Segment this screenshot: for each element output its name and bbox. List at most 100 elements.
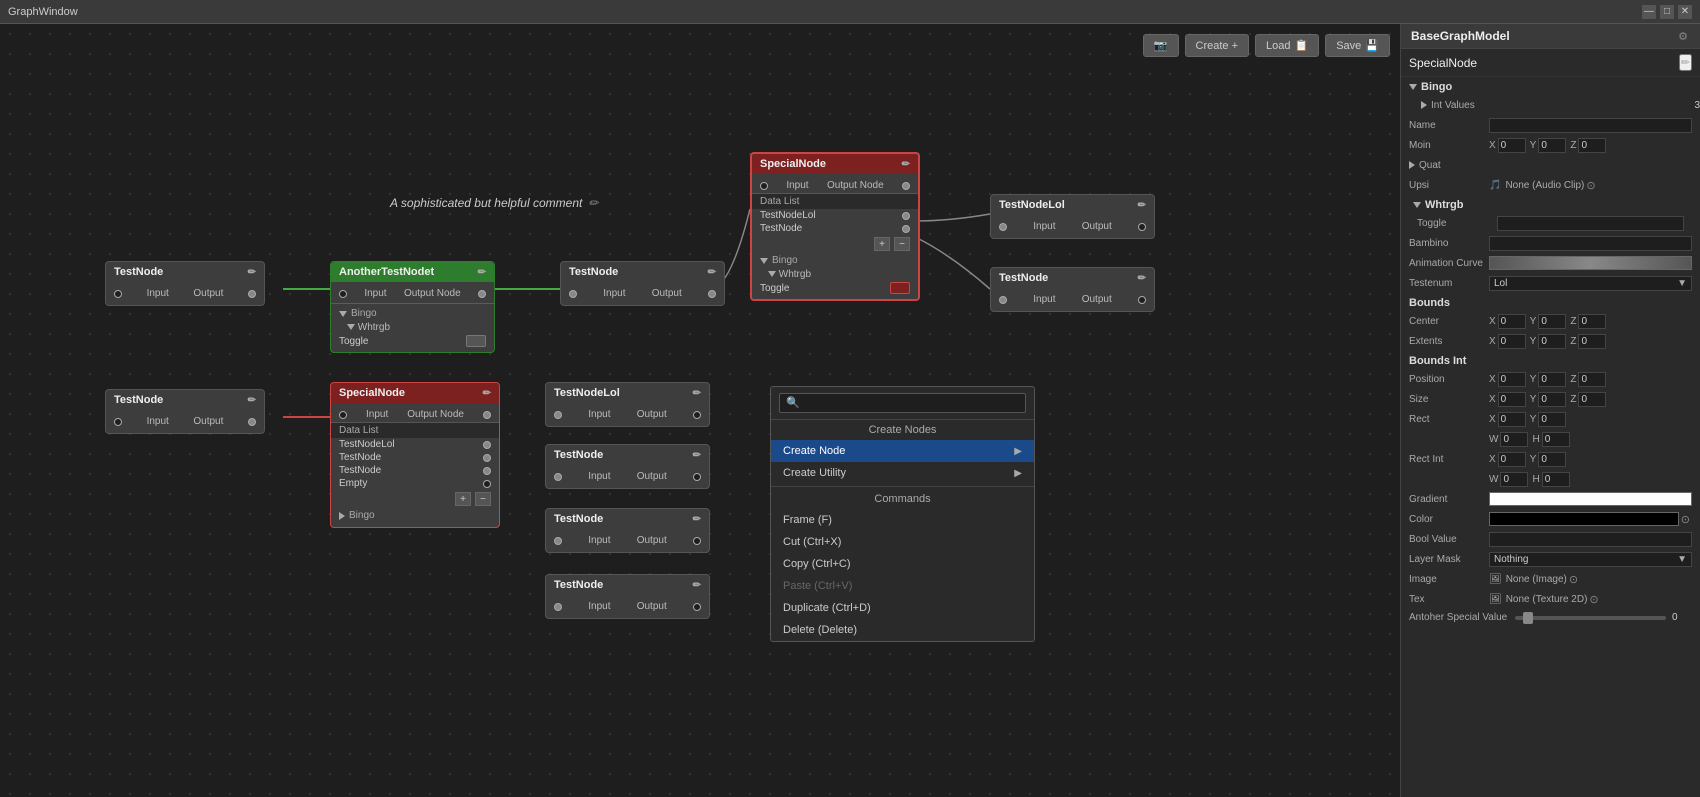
bingo-collapse-arrow[interactable] [1409, 84, 1417, 90]
datalist-controls[interactable]: + − [752, 235, 918, 253]
toggle-input[interactable] [1497, 216, 1684, 231]
node-special-top[interactable]: SpecialNode ✏ Input Output Node Data Lis… [750, 152, 920, 301]
node-testnode-bl[interactable]: TestNode ✏ Input Output [105, 389, 265, 434]
bcx-input[interactable] [1498, 314, 1526, 329]
close-btn[interactable]: ✕ [1678, 5, 1692, 19]
node-edit-special-top[interactable]: ✏ [902, 159, 910, 170]
bipy-input[interactable] [1538, 372, 1566, 387]
comment-edit-icon[interactable]: ✏ [588, 196, 598, 210]
rect-h-input[interactable] [1542, 432, 1570, 447]
panel-settings-btn[interactable]: ⚙ [1676, 30, 1690, 43]
ri-x-input[interactable] [1498, 452, 1526, 467]
node-edit-special-bot[interactable]: ✏ [483, 388, 491, 399]
bambino-input[interactable] [1489, 236, 1692, 251]
bisx-input[interactable] [1498, 392, 1526, 407]
cmd-copy[interactable]: Copy (Ctrl+C) [771, 553, 1034, 575]
context-menu[interactable]: Create Nodes Create Node ▶ Create Utilit… [770, 386, 1035, 642]
cmd-paste[interactable]: Paste (Ctrl+V) [771, 575, 1034, 597]
color-box[interactable] [1489, 512, 1679, 526]
node-edit-bl[interactable]: ✏ [248, 395, 256, 406]
node-edit-3[interactable]: ✏ [708, 267, 716, 278]
testenum-dropdown[interactable]: Lol ▼ [1489, 276, 1692, 291]
color-pick-btn[interactable]: ⊙ [1679, 513, 1692, 526]
node-testnode-1[interactable]: TestNode ✏ Input Output [105, 261, 265, 306]
context-search-input[interactable] [779, 393, 1026, 413]
bez-input[interactable] [1578, 334, 1606, 349]
int-values-arrow[interactable] [1421, 101, 1427, 109]
whtrgb-collapse[interactable] [1413, 202, 1421, 208]
node-edit-tb2[interactable]: ✏ [693, 450, 701, 461]
graph-area[interactable]: 📷 Create + Load 📋 Save 💾 [0, 24, 1400, 797]
node-another-testnodet[interactable]: AnotherTestNodet ✏ Input Output Node Bin… [330, 261, 495, 353]
name-input[interactable] [1489, 118, 1692, 133]
bisz-input[interactable] [1578, 392, 1606, 407]
panel-edit-btn[interactable]: ✏ [1679, 54, 1692, 71]
port-out-circle-rm [1138, 296, 1146, 304]
special-slider-thumb[interactable] [1523, 612, 1533, 624]
bool-value-input[interactable] [1489, 532, 1692, 547]
anim-curve-field[interactable] [1489, 256, 1692, 270]
upsi-circle-btn[interactable]: ⊙ [1584, 179, 1597, 192]
rect-x-input[interactable] [1498, 412, 1526, 427]
ri-w-input[interactable] [1500, 472, 1528, 487]
node-edit-tnl-top[interactable]: ✏ [1138, 200, 1146, 211]
maximize-btn[interactable]: □ [1660, 5, 1674, 19]
node-testnodelol-bot[interactable]: TestNodeLol ✏ Input Output [545, 382, 710, 427]
bex-input[interactable] [1498, 334, 1526, 349]
toggle-box[interactable] [466, 335, 486, 347]
moin-x-input[interactable] [1498, 138, 1526, 153]
bisy-input[interactable] [1538, 392, 1566, 407]
create-utility-item[interactable]: Create Utility ▶ [771, 462, 1034, 484]
layer-mask-dropdown[interactable]: Nothing ▼ [1489, 552, 1692, 567]
camera-btn[interactable]: 📷 [1143, 34, 1179, 57]
context-search-area[interactable] [771, 387, 1034, 420]
moin-y-input[interactable] [1538, 138, 1566, 153]
create-node-item[interactable]: Create Node ▶ [771, 440, 1034, 462]
rect-w-input[interactable] [1500, 432, 1528, 447]
node-ports-another: Input Output Node [331, 286, 494, 301]
datalist-remove-btn[interactable]: − [894, 237, 910, 251]
ri-h-input[interactable] [1542, 472, 1570, 487]
load-btn[interactable]: Load 📋 [1255, 34, 1319, 57]
datalist-add-btn[interactable]: + [874, 237, 890, 251]
image-btn[interactable]: ⊙ [1567, 573, 1580, 586]
datalist-sb-controls[interactable]: + − [331, 490, 499, 508]
node-edit-tb3[interactable]: ✏ [693, 514, 701, 525]
bcz-input[interactable] [1578, 314, 1606, 329]
node-edit-1[interactable]: ✏ [248, 267, 256, 278]
quat-arrow[interactable] [1409, 161, 1415, 169]
cmd-duplicate[interactable]: Duplicate (Ctrl+D) [771, 597, 1034, 619]
bipx-input[interactable] [1498, 372, 1526, 387]
node-testnode-3[interactable]: TestNode ✏ Input Output [560, 261, 725, 306]
moin-z-input[interactable] [1578, 138, 1606, 153]
node-testnodelol-top[interactable]: TestNodeLol ✏ Input Output [990, 194, 1155, 239]
node-testnode-right-mid[interactable]: TestNode ✏ Input Output [990, 267, 1155, 312]
node-edit-tnlb[interactable]: ✏ [693, 388, 701, 399]
special-slider-track[interactable] [1515, 616, 1666, 620]
datalist-sb-remove-btn[interactable]: − [475, 492, 491, 506]
gradient-box[interactable] [1489, 492, 1692, 506]
node-edit-tb4[interactable]: ✏ [693, 580, 701, 591]
tex-btn[interactable]: ⊙ [1587, 593, 1600, 606]
cmd-delete[interactable]: Delete (Delete) [771, 619, 1034, 641]
node-testnode-b4[interactable]: TestNode ✏ Input Output [545, 574, 710, 619]
rect-y-input[interactable] [1538, 412, 1566, 427]
create-btn[interactable]: Create + [1185, 34, 1250, 57]
minimize-btn[interactable]: — [1642, 5, 1656, 19]
datalist-sb-add-btn[interactable]: + [455, 492, 471, 506]
toggle-box-st[interactable] [890, 282, 910, 294]
ri-y-input[interactable] [1538, 452, 1566, 467]
node-special-bottom[interactable]: SpecialNode ✏ Input Output Node Data Lis… [330, 382, 500, 528]
window-controls[interactable]: — □ ✕ [1642, 5, 1692, 19]
node-testnode-b2[interactable]: TestNode ✏ Input Output [545, 444, 710, 489]
node-testnode-b3[interactable]: TestNode ✏ Input Output [545, 508, 710, 553]
ri-w: W [1489, 472, 1528, 487]
bipz-input[interactable] [1578, 372, 1606, 387]
save-btn[interactable]: Save 💾 [1325, 34, 1390, 57]
node-edit-another[interactable]: ✏ [478, 267, 486, 278]
bey-input[interactable] [1538, 334, 1566, 349]
cmd-frame[interactable]: Frame (F) [771, 509, 1034, 531]
cmd-cut[interactable]: Cut (Ctrl+X) [771, 531, 1034, 553]
bcy-input[interactable] [1538, 314, 1566, 329]
node-edit-rm[interactable]: ✏ [1138, 273, 1146, 284]
